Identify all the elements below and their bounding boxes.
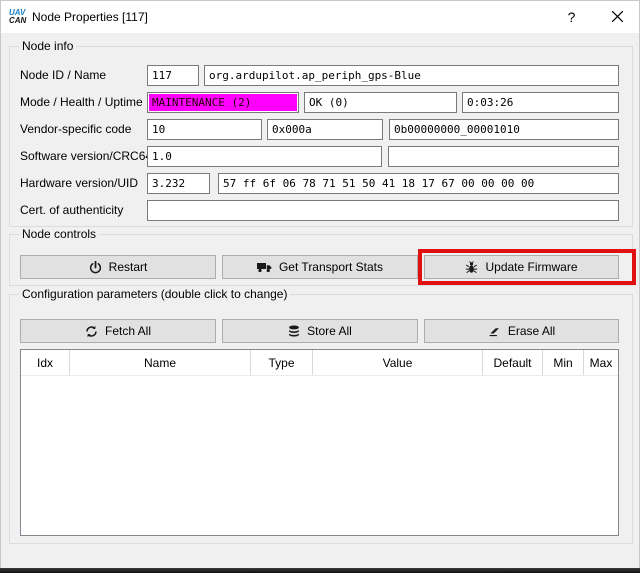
fetch-all-button[interactable]: Fetch All xyxy=(20,319,216,343)
node-controls-group-label: Node controls xyxy=(19,227,99,241)
header-name[interactable]: Name xyxy=(70,350,251,375)
restart-button-label: Restart xyxy=(109,260,148,274)
eraser-icon xyxy=(488,326,501,337)
hardware-version-field[interactable]: 3.232 xyxy=(147,173,210,194)
node-info-group: Node info Node ID / Name 117 org.ardupil… xyxy=(9,46,633,227)
node-id-label: Node ID / Name xyxy=(20,68,106,82)
logo-line-can: CAN xyxy=(9,17,26,25)
help-button[interactable]: ? xyxy=(549,1,594,33)
vendor-hex-field[interactable]: 0x000a xyxy=(267,119,383,140)
erase-all-button-label: Erase All xyxy=(508,324,555,338)
cert-field[interactable] xyxy=(147,200,619,221)
node-id-field[interactable]: 117 xyxy=(147,65,199,86)
vendor-code-label: Vendor-specific code xyxy=(20,122,131,136)
node-info-group-label: Node info xyxy=(19,39,76,53)
power-icon xyxy=(89,261,102,274)
header-idx[interactable]: Idx xyxy=(21,350,70,375)
update-firmware-button[interactable]: Update Firmware xyxy=(424,255,619,279)
cert-label: Cert. of authenticity xyxy=(20,203,123,217)
vendor-bin-field[interactable]: 0b00000000_00001010 xyxy=(389,119,619,140)
vendor-dec-field[interactable]: 10 xyxy=(147,119,262,140)
config-params-group-label: Configuration parameters (double click t… xyxy=(19,287,290,301)
parameters-table-body[interactable] xyxy=(21,376,618,535)
uavcan-logo-icon: UAV CAN xyxy=(9,9,26,25)
hardware-version-label: Hardware version/UID xyxy=(20,176,138,190)
node-controls-group: Node controls Restart Get Transport Stat… xyxy=(9,234,633,286)
get-transport-stats-button[interactable]: Get Transport Stats xyxy=(222,255,418,279)
title-bar[interactable]: UAV CAN Node Properties [117] ? xyxy=(1,1,639,33)
mode-field[interactable]: MAINTENANCE (2) xyxy=(147,92,299,113)
get-transport-stats-button-label: Get Transport Stats xyxy=(279,260,383,274)
parameters-table-header: Idx Name Type Value Default Min Max xyxy=(21,350,618,376)
header-max[interactable]: Max xyxy=(584,350,618,375)
store-all-button-label: Store All xyxy=(307,324,352,338)
database-icon xyxy=(288,325,300,338)
erase-all-button[interactable]: Erase All xyxy=(424,319,619,343)
bug-icon xyxy=(465,261,478,274)
update-firmware-button-label: Update Firmware xyxy=(485,260,577,274)
restart-button[interactable]: Restart xyxy=(20,255,216,279)
hardware-uid-field[interactable]: 57 ff 6f 06 78 71 51 50 41 18 17 67 00 0… xyxy=(218,173,619,194)
store-all-button[interactable]: Store All xyxy=(222,319,418,343)
close-icon xyxy=(612,9,623,25)
window-title: Node Properties [117] xyxy=(32,10,148,24)
help-icon: ? xyxy=(568,9,576,25)
truck-icon xyxy=(257,262,272,273)
config-params-group: Configuration parameters (double click t… xyxy=(9,294,633,544)
uptime-field[interactable]: 0:03:26 xyxy=(462,92,619,113)
header-value[interactable]: Value xyxy=(313,350,483,375)
software-crc64-field[interactable] xyxy=(388,146,619,167)
parameters-table: Idx Name Type Value Default Min Max xyxy=(20,349,619,536)
fetch-all-button-label: Fetch All xyxy=(105,324,151,338)
header-default[interactable]: Default xyxy=(483,350,543,375)
background-window-edge xyxy=(0,568,640,573)
mode-health-uptime-label: Mode / Health / Uptime xyxy=(20,95,143,109)
software-version-label: Software version/CRC64 xyxy=(20,149,152,163)
node-name-field[interactable]: org.ardupilot.ap_periph_gps-Blue xyxy=(204,65,619,86)
software-version-field[interactable]: 1.0 xyxy=(147,146,382,167)
refresh-icon xyxy=(85,325,98,338)
close-button[interactable] xyxy=(595,1,640,33)
header-min[interactable]: Min xyxy=(543,350,584,375)
health-field[interactable]: OK (0) xyxy=(304,92,457,113)
node-properties-dialog: UAV CAN Node Properties [117] ? Node inf… xyxy=(0,0,640,568)
header-type[interactable]: Type xyxy=(251,350,313,375)
